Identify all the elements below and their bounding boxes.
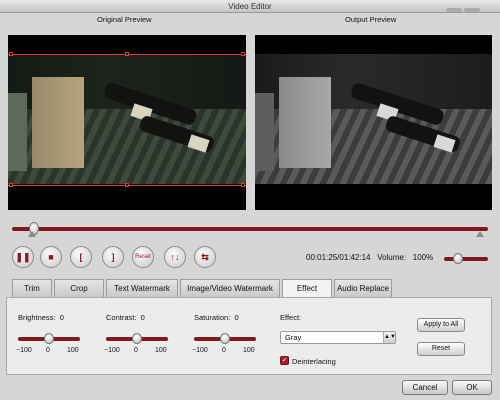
tab-trim[interactable]: Trim <box>12 279 52 297</box>
effect-panel <box>6 297 492 375</box>
crop-handle-br[interactable] <box>241 183 245 187</box>
brightness-label: Brightness: 0 <box>18 313 64 322</box>
stop-button[interactable]: ■ <box>40 246 62 268</box>
saturation-thumb[interactable] <box>220 333 230 344</box>
mark-out-button[interactable]: ] <box>102 246 124 268</box>
crop-handle-bottom[interactable] <box>125 183 129 187</box>
original-video-frame <box>8 54 246 184</box>
title-bar: Video Editor <box>0 0 500 13</box>
reset-playback-button[interactable]: Reset <box>132 246 154 268</box>
original-preview-label: Original Preview <box>97 15 152 24</box>
timeline-track[interactable] <box>12 227 488 231</box>
output-video-frame <box>255 54 492 184</box>
saturation-max: 100 <box>243 347 255 354</box>
cancel-button[interactable]: Cancel <box>402 380 448 395</box>
pause-button[interactable]: ❚❚ <box>12 246 34 268</box>
contrast-thumb[interactable] <box>132 333 142 344</box>
mark-in-button[interactable]: [ <box>70 246 92 268</box>
window-controls[interactable] <box>432 3 492 12</box>
volume-value: 100% <box>412 253 434 262</box>
brightness-thumb[interactable] <box>44 333 54 344</box>
saturation-label: Saturation: 0 <box>194 313 239 322</box>
crop-handle-top[interactable] <box>125 52 129 56</box>
brightness-min: −100 <box>16 347 32 354</box>
flip-vertical-button[interactable]: ↑↓ <box>164 246 186 268</box>
contrast-max: 100 <box>155 347 167 354</box>
saturation-min: −100 <box>192 347 208 354</box>
effect-label: Effect: <box>280 313 302 322</box>
timeline-slider[interactable] <box>12 222 488 237</box>
volume-label: Volume: <box>377 253 407 262</box>
reset-effect-button[interactable]: Reset <box>417 342 465 356</box>
volume-slider[interactable] <box>444 253 488 264</box>
deinterlacing-checkbox[interactable]: ✓ <box>280 356 289 365</box>
timecode: 00:01:25/01:42:14 Volume: 100% <box>306 253 433 262</box>
crop-handle-tr[interactable] <box>241 52 245 56</box>
effect-select[interactable]: Gray ▲▼ <box>280 331 396 344</box>
saturation-mid: 0 <box>222 347 226 354</box>
trim-end-marker[interactable] <box>476 231 484 237</box>
contrast-min: −100 <box>104 347 120 354</box>
tab-image-video-watermark[interactable]: Image/Video Watermark <box>180 279 280 297</box>
output-preview <box>255 35 492 210</box>
volume-thumb[interactable] <box>452 253 463 264</box>
brightness-max: 100 <box>67 347 79 354</box>
tab-effect[interactable]: Effect <box>282 279 332 298</box>
brightness-slider[interactable] <box>18 333 80 344</box>
timecode-value: 00:01:25/01:42:14 <box>306 253 371 262</box>
trim-start-marker[interactable] <box>28 231 36 237</box>
select-arrows-icon: ▲▼ <box>383 332 396 343</box>
effect-select-value: Gray <box>285 333 302 342</box>
contrast-label: Contrast: 0 <box>106 313 145 322</box>
saturation-slider[interactable] <box>194 333 256 344</box>
output-preview-label: Output Preview <box>345 15 397 24</box>
contrast-slider[interactable] <box>106 333 168 344</box>
flip-horizontal-button[interactable]: ⇆ <box>194 246 216 268</box>
ok-button[interactable]: OK <box>452 380 492 395</box>
tab-crop[interactable]: Crop <box>54 279 104 297</box>
apply-to-all-button[interactable]: Apply to All <box>417 318 465 332</box>
tab-audio-replace[interactable]: Audio Replace <box>334 279 392 297</box>
window-title: Video Editor <box>228 2 272 11</box>
deinterlacing-label: Deinterlacing <box>292 357 336 366</box>
brightness-mid: 0 <box>46 347 50 354</box>
original-preview <box>8 35 246 210</box>
crop-handle-bl[interactable] <box>9 183 13 187</box>
tab-text-watermark[interactable]: Text Watermark <box>106 279 178 297</box>
crop-handle-tl[interactable] <box>9 52 13 56</box>
contrast-mid: 0 <box>134 347 138 354</box>
